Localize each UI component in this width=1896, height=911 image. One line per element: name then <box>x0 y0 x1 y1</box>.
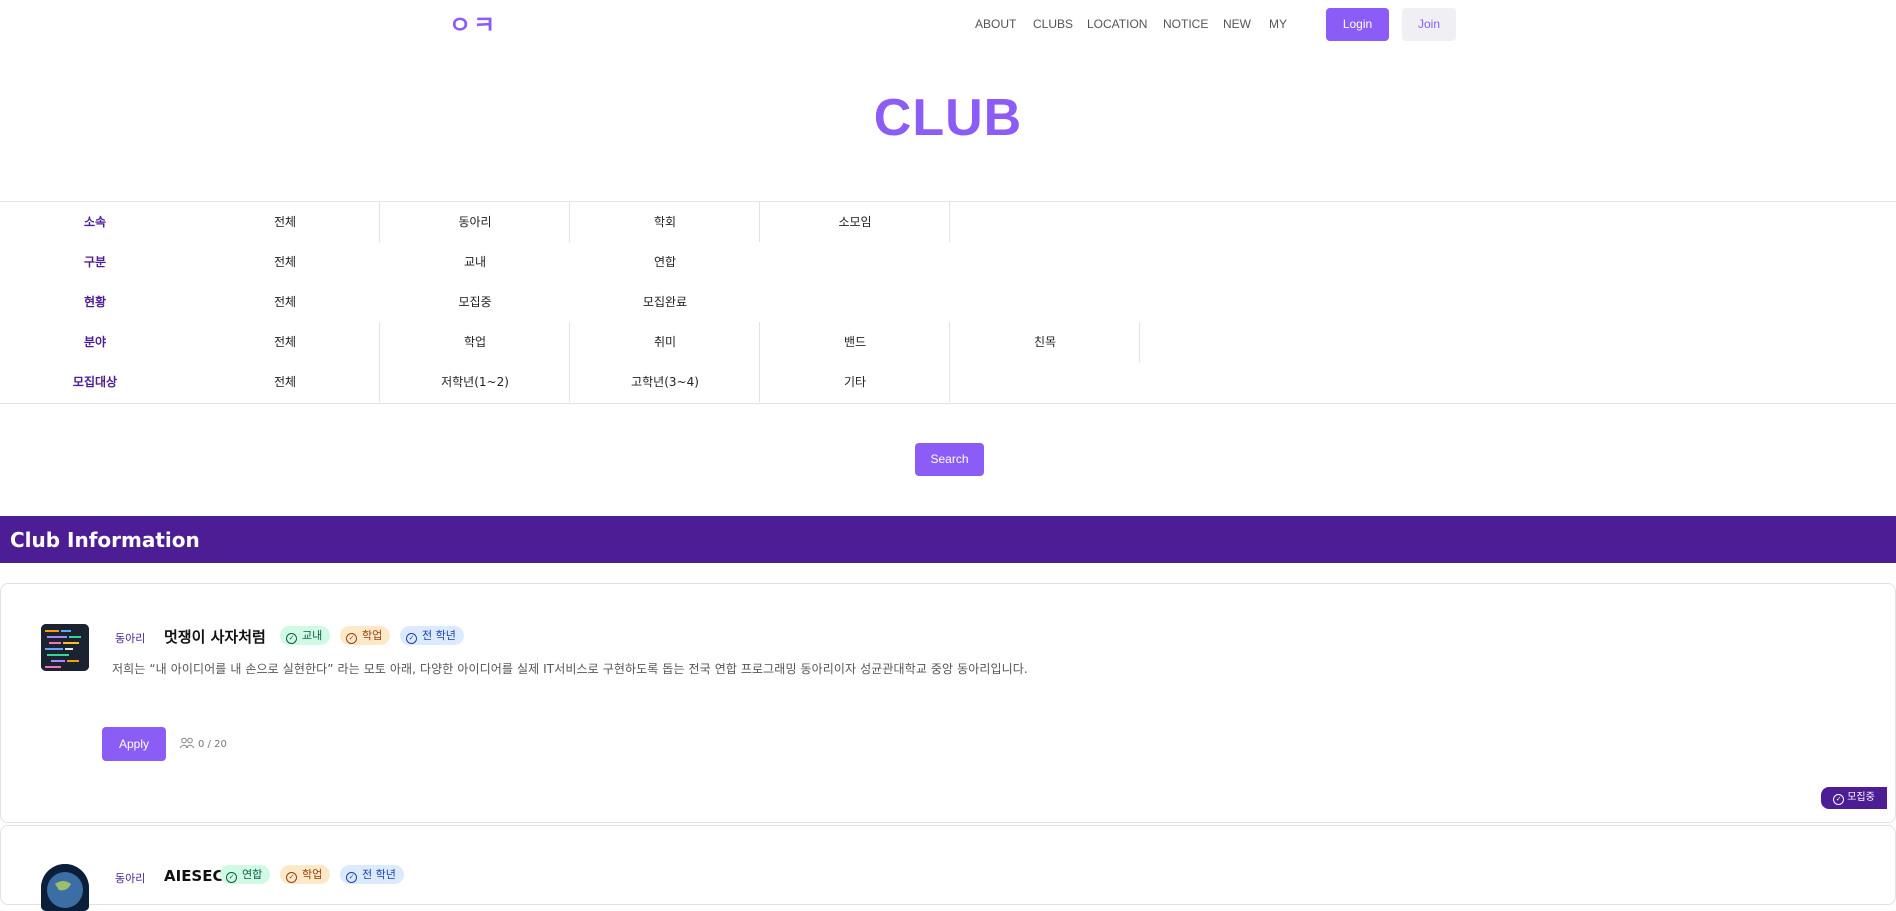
search-button[interactable]: Search <box>915 443 984 476</box>
filter-label: 분야 <box>83 335 107 349</box>
divider <box>379 202 380 242</box>
filter-option[interactable]: 밴드 <box>760 322 950 362</box>
club-category: 동아리 <box>115 632 146 645</box>
tag-label: 학업 <box>362 629 383 642</box>
filter-option[interactable]: 전체 <box>190 282 380 322</box>
nav-clubs[interactable]: CLUBS <box>1033 17 1073 31</box>
club-description: 저희는 “내 아이디어를 내 손으로 실현한다” 라는 모토 아래, 다양한 아… <box>112 662 1028 676</box>
divider <box>949 202 950 242</box>
apply-button[interactable]: Apply <box>102 727 166 761</box>
filter-option[interactable]: 연합 <box>570 242 760 282</box>
filter-panel: 소속 전체 동아리 학회 소모임 구분 전체 교내 연합 현황 전체 모집중 모… <box>0 201 1896 404</box>
check-circle-icon: ✓ <box>286 872 297 883</box>
filter-row-affiliation: 소속 전체 동아리 학회 소모임 <box>0 202 1896 242</box>
tag-badge: ✓ 학업 <box>340 626 391 645</box>
filter-option[interactable]: 소모임 <box>760 202 950 242</box>
page-title: CLUB <box>873 89 1023 147</box>
club-card[interactable]: 동아리 멋쟁이 사자처럼 ✓ 교내 ✓ 학업 ✓ 전 학년 저희는 “내 아이디어를 … <box>0 583 1896 823</box>
member-capacity: 0 / 20 <box>179 737 227 750</box>
divider <box>569 202 570 242</box>
filter-option[interactable]: 전체 <box>190 362 380 402</box>
divider <box>759 202 760 242</box>
club-category: 동아리 <box>115 872 146 885</box>
nav-my[interactable]: MY <box>1269 17 1287 31</box>
filter-label: 소속 <box>83 215 107 229</box>
check-circle-icon: ✓ <box>1833 794 1845 805</box>
section-banner: Club Information <box>0 516 1896 563</box>
tag-badge: ✓ 학업 <box>280 865 331 884</box>
filter-option[interactable]: 학회 <box>570 202 760 242</box>
club-thumbnail <box>41 864 89 911</box>
tag-badge: ✓ 전 학년 <box>340 865 404 884</box>
club-card[interactable]: 동아리 AIESEC ✓ 연합 ✓ 학업 ✓ 전 학년 <box>0 825 1896 911</box>
club-name[interactable]: AIESEC <box>164 867 224 885</box>
filter-option[interactable]: 동아리 <box>380 202 570 242</box>
tag-label: 전 학년 <box>422 629 456 642</box>
filter-option[interactable]: 기타 <box>760 362 950 402</box>
check-circle-icon: ✓ <box>226 872 237 883</box>
filter-label: 모집대상 <box>72 375 118 389</box>
tag-label: 연합 <box>242 868 263 881</box>
join-button[interactable]: Join <box>1402 8 1456 41</box>
check-circle-icon: ✓ <box>346 872 357 883</box>
filter-row-type: 구분 전체 교내 연합 <box>0 242 1896 282</box>
divider <box>949 322 950 402</box>
tag-badge: ✓ 연합 <box>220 865 271 884</box>
tag-label: 학업 <box>302 868 323 881</box>
tag-badge: ✓ 교내 <box>280 626 331 645</box>
capacity-value: 0 / 20 <box>198 739 227 750</box>
users-icon <box>179 737 195 749</box>
filter-option[interactable]: 전체 <box>190 202 380 242</box>
filter-option[interactable]: 고학년(3~4) <box>570 362 760 402</box>
filter-option[interactable]: 모집완료 <box>570 282 760 322</box>
filter-row-target: 모집대상 전체 저학년(1~2) 고학년(3~4) 기타 <box>0 362 1896 402</box>
nav-new[interactable]: NEW <box>1223 17 1251 31</box>
filter-option[interactable]: 전체 <box>190 322 380 362</box>
club-thumbnail <box>41 624 89 671</box>
filter-row-field: 분야 전체 학업 취미 밴드 친목 <box>0 322 1896 362</box>
check-circle-icon: ✓ <box>406 633 417 644</box>
top-navigation: ㅇㅋ ABOUT CLUBS LOCATION NOTICE NEW MY Lo… <box>0 0 1896 50</box>
logo[interactable]: ㅇㅋ <box>449 12 497 38</box>
filter-option[interactable]: 교내 <box>380 242 570 282</box>
club-name[interactable]: 멋쟁이 사자처럼 <box>164 626 266 647</box>
divider <box>759 322 760 402</box>
nav-notice[interactable]: NOTICE <box>1163 17 1208 31</box>
tag-badge: ✓ 전 학년 <box>400 626 464 645</box>
filter-option[interactable]: 친목 <box>950 322 1140 362</box>
filter-option[interactable]: 학업 <box>380 322 570 362</box>
filter-option[interactable]: 전체 <box>190 242 380 282</box>
filter-label: 구분 <box>83 255 107 269</box>
filter-option[interactable]: 모집중 <box>380 282 570 322</box>
filter-option[interactable]: 저학년(1~2) <box>380 362 570 402</box>
divider <box>1139 322 1140 362</box>
check-circle-icon: ✓ <box>286 633 297 644</box>
status-label: 모집중 <box>1847 792 1875 803</box>
nav-location[interactable]: LOCATION <box>1087 17 1147 31</box>
tag-label: 교내 <box>302 629 323 642</box>
section-title: Club Information <box>10 528 200 552</box>
check-circle-icon: ✓ <box>346 633 357 644</box>
tag-label: 전 학년 <box>362 868 396 881</box>
filter-row-status: 현황 전체 모집중 모집완료 <box>0 282 1896 322</box>
filter-label: 현황 <box>83 295 107 309</box>
login-button[interactable]: Login <box>1326 8 1389 41</box>
nav-about[interactable]: ABOUT <box>975 17 1016 31</box>
filter-option[interactable]: 취미 <box>570 322 760 362</box>
status-badge: ✓ 모집중 <box>1821 787 1887 809</box>
divider <box>569 322 570 402</box>
divider <box>379 322 380 402</box>
